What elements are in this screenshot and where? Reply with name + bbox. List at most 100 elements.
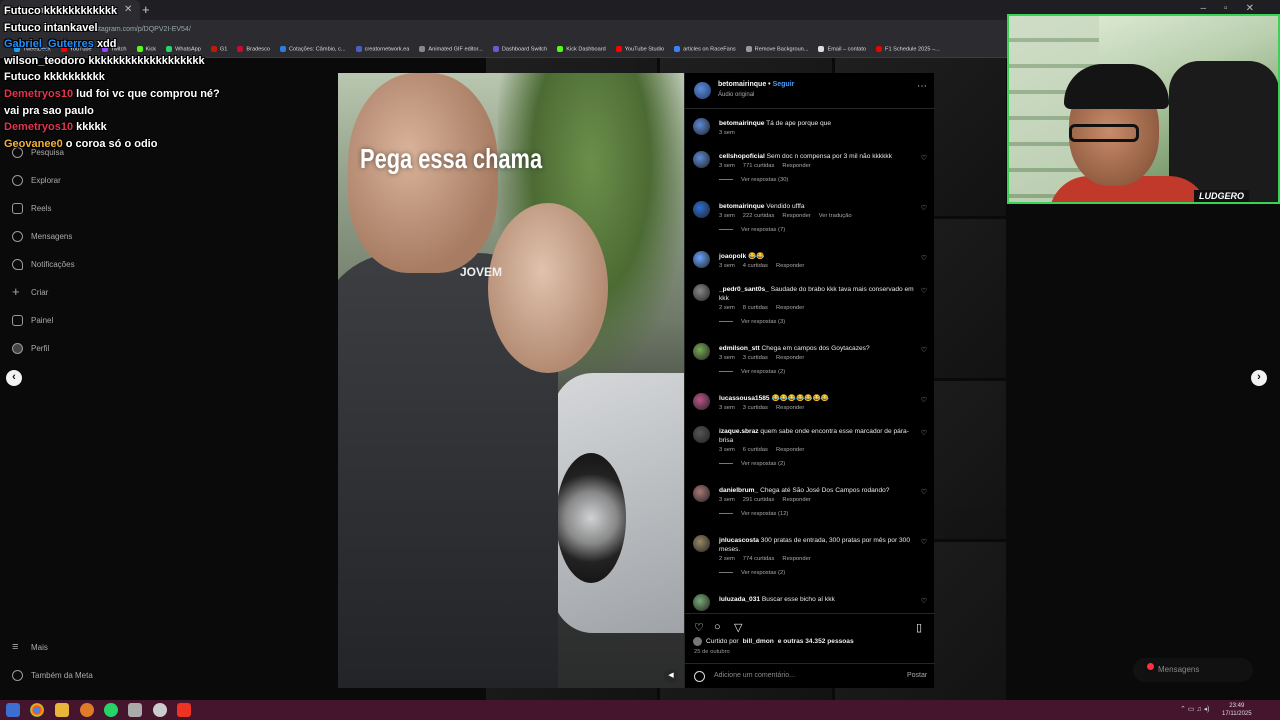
comment-likes[interactable]: 291 curtidas	[743, 497, 775, 503]
app-icon[interactable]	[177, 703, 191, 717]
comment-avatar[interactable]	[693, 594, 710, 611]
app-icon[interactable]	[153, 703, 167, 717]
comment-bubble-icon[interactable]: ○	[714, 621, 721, 633]
app-icon[interactable]	[128, 703, 142, 717]
comment-like-heart-icon[interactable]: ♡	[921, 254, 927, 262]
comment-avatar[interactable]	[693, 485, 710, 502]
comment-likes[interactable]: 3 curtidas	[743, 405, 768, 411]
view-replies-button[interactable]: Ver respostas (2)	[719, 570, 785, 576]
comment-username[interactable]: jnlucascosta	[719, 537, 759, 544]
bookmark-item[interactable]: YouTube Studio	[615, 46, 664, 53]
comment-like-heart-icon[interactable]: ♡	[921, 597, 927, 605]
view-replies-button[interactable]: Ver respostas (7)	[719, 227, 785, 233]
bookmark-item[interactable]: Bradesco	[237, 46, 270, 53]
comment-likes[interactable]: 774 curtidas	[743, 556, 775, 562]
author-username[interactable]: betomairinque	[718, 81, 766, 88]
sidebar-item-notificacoes[interactable]: Notificações	[12, 259, 75, 270]
reply-button[interactable]: Responder	[776, 447, 804, 453]
previous-post-arrow[interactable]: ‹	[6, 370, 22, 386]
sidebar-item-explorar[interactable]: Explorar	[12, 175, 61, 186]
author-avatar[interactable]	[694, 82, 711, 99]
comment-avatar[interactable]	[693, 151, 710, 168]
app-icon[interactable]	[80, 703, 94, 717]
comment-like-heart-icon[interactable]: ♡	[921, 488, 927, 496]
chrome-icon[interactable]	[30, 703, 44, 717]
audio-label[interactable]: Áudio original	[718, 92, 754, 98]
sidebar-item-meta[interactable]: Também da Meta	[12, 670, 93, 681]
reply-button[interactable]: Responder	[782, 163, 810, 169]
comment-likes[interactable]: 771 curtidas	[743, 163, 775, 169]
reply-button[interactable]: Responder	[782, 213, 810, 219]
reply-button[interactable]: Responder	[782, 556, 810, 562]
comment-likes[interactable]: 4 curtidas	[743, 263, 768, 269]
system-tray-icons[interactable]: ⌃ ▭ ♫ ◂)	[1180, 705, 1209, 713]
comment-avatar[interactable]	[693, 426, 710, 443]
view-replies-button[interactable]: Ver respostas (30)	[719, 177, 788, 183]
reply-button[interactable]: Responder	[776, 305, 804, 311]
comment-likes[interactable]: 222 curtidas	[743, 213, 775, 219]
sidebar-item-mais[interactable]: ≡ Mais	[12, 642, 48, 653]
comment-like-heart-icon[interactable]: ♡	[921, 396, 927, 404]
comment-username[interactable]: danielbrum_	[719, 487, 758, 494]
bookmark-item[interactable]: Cotações: Câmbio, c...	[280, 46, 346, 53]
taskbar-clock[interactable]: 23:49 17/11/2025	[1222, 702, 1252, 718]
bookmark-item[interactable]: articles on RaceFans	[674, 46, 736, 53]
reply-button[interactable]: Responder	[782, 497, 810, 503]
comment-likes[interactable]: 8 curtidas	[743, 305, 768, 311]
view-replies-button[interactable]: Ver respostas (3)	[719, 319, 785, 325]
comment-username[interactable]: izaque.sbraz	[719, 428, 759, 435]
bookmark-item[interactable]: Email – contato	[818, 46, 866, 53]
follow-button[interactable]: Seguir	[773, 81, 795, 88]
reply-button[interactable]: Responder	[776, 355, 804, 361]
comment-username[interactable]: lucassousa1585	[719, 395, 770, 402]
window-controls[interactable]: –▫✕	[1201, 3, 1273, 14]
comment-username[interactable]: edmilson_stt	[719, 345, 760, 352]
windows-start-icon[interactable]	[6, 703, 20, 717]
share-send-icon[interactable]: ▽	[734, 621, 742, 634]
whatsapp-icon[interactable]	[104, 703, 118, 717]
comment-likes[interactable]: 3 curtidas	[743, 355, 768, 361]
view-replies-button[interactable]: Ver respostas (2)	[719, 461, 785, 467]
comment-username[interactable]: _pedr0_sant0s_	[719, 286, 769, 293]
bookmark-item[interactable]: Kick Dashboard	[557, 46, 606, 53]
sidebar-item-perfil[interactable]: Perfil	[12, 343, 49, 354]
sidebar-item-mensagens[interactable]: Mensagens	[12, 231, 72, 242]
comment-like-heart-icon[interactable]: ♡	[921, 287, 927, 295]
comment-input[interactable]: Adicione um comentário...	[714, 672, 795, 679]
translate-button[interactable]: Ver tradução	[819, 213, 852, 219]
bookmark-item[interactable]: Remove Backgroun...	[745, 46, 808, 53]
comment-username[interactable]: betomairinque	[719, 203, 764, 210]
comment-like-heart-icon[interactable]: ♡	[921, 154, 927, 162]
reply-button[interactable]: Responder	[776, 263, 804, 269]
comment-username[interactable]: cellshopoficial	[719, 153, 765, 160]
comment-avatar[interactable]	[693, 393, 710, 410]
bookmark-item[interactable]: Animated GIF editor...	[419, 46, 483, 53]
comment-username[interactable]: joaopolk	[719, 253, 746, 260]
messages-pill[interactable]: Mensagens	[1133, 658, 1253, 682]
bookmark-item[interactable]: F1 Schedule 2025 –...	[876, 46, 940, 53]
view-replies-button[interactable]: Ver respostas (2)	[719, 369, 785, 375]
sidebar-item-reels[interactable]: Reels	[12, 203, 51, 214]
reply-button[interactable]: Responder	[776, 405, 804, 411]
file-explorer-icon[interactable]	[55, 703, 69, 717]
reel-video[interactable]: JOVEM Pega essa chama ◀	[338, 73, 684, 688]
comment-avatar[interactable]	[693, 251, 710, 268]
save-bookmark-icon[interactable]: ▯	[916, 621, 922, 634]
comment-avatar[interactable]	[693, 284, 710, 301]
comment-avatar[interactable]	[693, 343, 710, 360]
comment-username[interactable]: luluzada_031	[719, 596, 760, 603]
post-comment-button[interactable]: Postar	[907, 672, 927, 679]
comment-avatar[interactable]	[693, 535, 710, 552]
mute-icon[interactable]: ◀	[664, 669, 678, 683]
comment-avatar[interactable]	[693, 118, 710, 135]
sidebar-item-painel[interactable]: Painel	[12, 315, 53, 326]
comment-likes[interactable]: 6 curtidas	[743, 447, 768, 453]
like-heart-icon[interactable]: ♡	[694, 621, 704, 634]
comment-like-heart-icon[interactable]: ♡	[921, 538, 927, 546]
bookmark-item[interactable]: Dashboard Switch	[492, 46, 547, 53]
more-options-icon[interactable]: ⋯	[917, 81, 927, 92]
comment-username[interactable]: betomairinque	[719, 120, 764, 127]
emoji-icon[interactable]	[694, 671, 705, 682]
next-post-arrow[interactable]: ›	[1251, 370, 1267, 386]
sidebar-item-criar[interactable]: + Criar	[12, 285, 48, 298]
